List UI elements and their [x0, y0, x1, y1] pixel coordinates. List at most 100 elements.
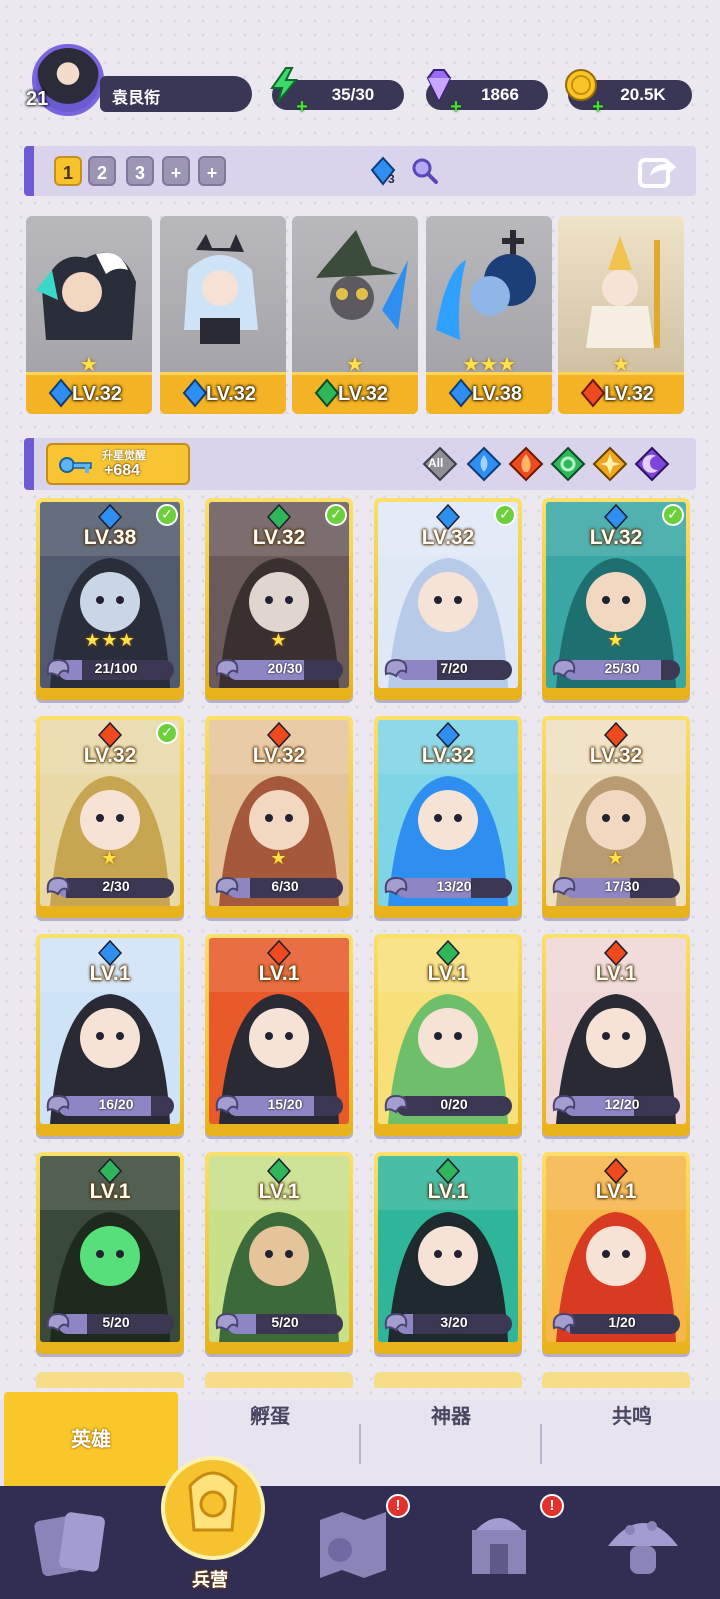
awaken-counter[interactable]: 升星觉醒 +684 — [46, 443, 190, 485]
stamina-counter[interactable]: + 35/30 — [270, 67, 404, 117]
team-selector-bar: 1 2 3 + + 3 — [24, 146, 696, 196]
team-slot-add-2[interactable]: + — [198, 156, 226, 186]
nav-map[interactable]: ! — [310, 1494, 410, 1586]
team-slot-3[interactable]: 3 — [126, 156, 154, 186]
nav-cards[interactable] — [28, 1500, 118, 1586]
barracks-icon — [161, 1456, 265, 1560]
hero-level: LV.1 — [427, 1180, 469, 1203]
hero-card[interactable]: LV.32 13/20 — [374, 716, 522, 918]
hero-shard-progress: 0/20 — [396, 1096, 512, 1116]
team-hero-card-2[interactable]: LV.32 — [160, 216, 286, 414]
key-icon — [59, 457, 92, 473]
hero-stars: ★ — [607, 630, 625, 651]
shard-icon — [384, 876, 408, 896]
shard-icon — [215, 658, 239, 678]
cards-icon — [34, 1512, 105, 1577]
shard-icon — [215, 1094, 239, 1114]
fire-filter-icon[interactable] — [508, 446, 544, 482]
hero-card[interactable]: LV.32 ★ 17/30 — [542, 716, 690, 918]
shard-icon — [46, 876, 70, 896]
hero-level: LV.1 — [595, 1180, 637, 1203]
team-hero-card-1[interactable]: ★ LV.32 — [26, 216, 152, 414]
map-icon — [320, 1512, 386, 1578]
hero-card[interactable]: ✓ LV.32 ★ 2/30 — [36, 716, 184, 918]
hero-level: LV.1 — [89, 962, 131, 985]
selected-check-icon: ✓ — [325, 504, 347, 526]
gold-counter[interactable]: + 20.5K — [565, 69, 692, 117]
shard-icon — [552, 1094, 576, 1114]
hero-level: LV.32 — [83, 744, 137, 767]
light-filter-icon[interactable] — [592, 446, 628, 482]
shard-icon — [384, 1094, 408, 1114]
team-hero-card-3[interactable]: ★ LV.32 — [292, 216, 418, 414]
shard-icon — [46, 1094, 70, 1114]
nav-barracks-label: 兵营 — [192, 1570, 228, 1591]
shard-icon — [46, 658, 70, 678]
tab-artifacts[interactable]: 神器 — [362, 1400, 540, 1486]
hero-card[interactable]: LV.1 0/20 — [374, 934, 522, 1136]
nav-barracks[interactable]: 兵营 — [160, 1446, 266, 1591]
hero-card[interactable]: LV.1 5/20 — [36, 1152, 184, 1354]
mushroom-icon — [608, 1521, 678, 1574]
team-slot-add-1[interactable]: + — [162, 156, 190, 186]
hero-shard-progress: 12/20 — [564, 1096, 680, 1116]
add-gold-icon[interactable]: + — [590, 97, 606, 117]
hero-level: LV.1 — [258, 1180, 300, 1203]
hero-stars: ★ — [101, 848, 119, 869]
add-stamina-icon[interactable]: + — [294, 97, 310, 117]
water-filter-icon[interactable] — [466, 446, 502, 482]
hero-portrait — [436, 230, 536, 340]
team-hero-card-5[interactable]: ★ LV.32 — [558, 216, 684, 414]
share-icon[interactable] — [636, 150, 678, 192]
hero-card[interactable]: LV.1 15/20 — [205, 934, 353, 1136]
player-level: 21 — [26, 88, 49, 110]
shard-icon — [384, 658, 408, 678]
hero-card[interactable]: ✓ LV.32 ★ 25/30 — [542, 498, 690, 700]
player-avatar[interactable]: 21 — [26, 40, 106, 120]
selected-check-icon: ✓ — [156, 722, 178, 744]
hero-card[interactable]: LV.1 3/20 — [374, 1152, 522, 1354]
nav-mushroom[interactable] — [600, 1500, 690, 1586]
wind-element-icon — [314, 378, 340, 408]
hero-shard-progress: 13/20 — [396, 878, 512, 898]
hero-card[interactable]: ✓ LV.32 ★ 20/30 — [205, 498, 353, 700]
hero-shard-progress: 15/20 — [227, 1096, 343, 1116]
map-notification-badge: ! — [386, 1494, 410, 1518]
team-hero-card-4[interactable]: ★★★ LV.38 — [426, 216, 552, 414]
shard-icon — [215, 876, 239, 896]
dark-filter-icon[interactable] — [634, 446, 670, 482]
gems-counter[interactable]: + 1866 — [426, 69, 548, 117]
wind-filter-icon[interactable] — [550, 446, 586, 482]
hero-portrait — [316, 230, 408, 330]
temple-icon — [472, 1518, 526, 1574]
player-name[interactable]: 袁艮衔 — [100, 76, 252, 112]
tab-resonance[interactable]: 共鸣 — [544, 1400, 720, 1486]
hero-stars: ★ — [270, 630, 288, 651]
tab-heroes[interactable]: 英雄 — [4, 1392, 178, 1486]
hero-card[interactable]: ✓ LV.38 ★★★ 21/100 — [36, 498, 184, 700]
nav-temple[interactable]: ! — [456, 1494, 564, 1586]
hero-shard-progress: 21/100 — [58, 660, 174, 680]
magnifier-icon[interactable] — [410, 156, 440, 186]
hero-shard-progress: 2/30 — [58, 878, 174, 898]
hero-card[interactable]: LV.1 5/20 — [205, 1152, 353, 1354]
water-drop-icon — [370, 156, 396, 186]
water-element-icon — [448, 378, 474, 408]
add-gems-icon[interactable]: + — [448, 97, 464, 117]
hero-card[interactable]: LV.1 1/20 — [542, 1152, 690, 1354]
hero-card[interactable]: LV.1 12/20 — [542, 934, 690, 1136]
water-element-icon — [48, 378, 74, 408]
element-bonus-button[interactable]: 3 — [368, 156, 402, 188]
filter-all[interactable]: All — [422, 446, 458, 482]
shard-icon — [46, 1312, 70, 1332]
team-slot-2[interactable]: 2 — [88, 156, 116, 186]
hero-card[interactable]: LV.32 ★ 6/30 — [205, 716, 353, 918]
shard-icon — [384, 1312, 408, 1332]
team-slot-1[interactable]: 1 — [54, 156, 82, 186]
hero-card[interactable]: ✓ LV.32 7/20 — [374, 498, 522, 700]
hero-level: LV.32 — [589, 744, 643, 767]
hero-level: LV.1 — [258, 962, 300, 985]
hero-level: LV.1 — [427, 962, 469, 985]
hero-card[interactable]: LV.1 16/20 — [36, 934, 184, 1136]
hero-portrait — [586, 236, 660, 348]
